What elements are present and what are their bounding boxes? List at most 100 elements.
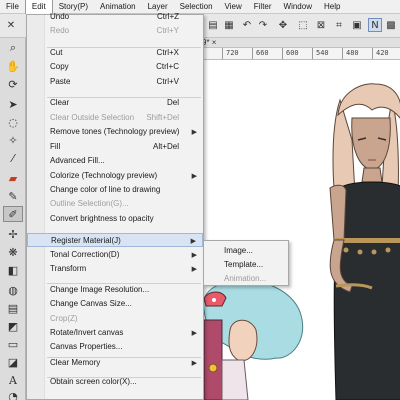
- menu-item-outline-selection-g: Outline Selection(G)...: [27, 197, 203, 211]
- ruler-label: 600: [286, 49, 299, 57]
- transform-icon[interactable]: ✥: [276, 18, 290, 32]
- menu-item-change-color-of-line-to-drawing[interactable]: Change color of line to drawing: [27, 183, 203, 197]
- menu-item-undo[interactable]: Undo Ctrl+Z: [27, 10, 203, 24]
- menu-item-shortcut: Ctrl+C: [156, 62, 179, 71]
- submenu-item-image[interactable]: Image...: [204, 244, 288, 258]
- menu-item-fill[interactable]: Fill Alt+Del: [27, 140, 203, 154]
- brush-icon[interactable]: ✐: [3, 206, 23, 222]
- crop-icon[interactable]: ⌗: [332, 18, 346, 32]
- ruler: 720660600540480420360: [200, 48, 400, 60]
- menu-item-label: Paste: [50, 77, 71, 86]
- ruler-tick: [342, 48, 343, 59]
- submenu-arrow-icon: ▶: [191, 128, 197, 136]
- menu-item-advanced-fill[interactable]: Advanced Fill...: [27, 154, 203, 168]
- submenu-arrow-icon: ▶: [191, 329, 197, 337]
- pen-icon[interactable]: ▰: [3, 170, 23, 186]
- menu-item-shortcut: Ctrl+Z: [157, 12, 179, 21]
- menu-window[interactable]: Window: [278, 0, 318, 14]
- redo-icon[interactable]: ↷: [256, 18, 270, 32]
- eyedropper-icon[interactable]: ⁄: [3, 150, 23, 166]
- menu-item-label: Convert brightness to opacity: [50, 214, 154, 223]
- menu-item-label: Advanced Fill...: [50, 156, 105, 165]
- menu-item-canvas-properties[interactable]: Canvas Properties...: [27, 340, 203, 354]
- menu-item-change-canvas-size[interactable]: Change Canvas Size...: [27, 297, 203, 311]
- menu-help[interactable]: Help: [318, 0, 346, 14]
- rotate-icon[interactable]: ⟳: [3, 76, 23, 92]
- deselect-icon[interactable]: ⊠: [314, 18, 328, 32]
- move-icon[interactable]: ➤: [3, 96, 23, 112]
- menu-item-label: Register Material(J): [51, 236, 121, 245]
- document-tab[interactable]: 9* ×: [202, 38, 216, 47]
- menu-item-copy[interactable]: Copy Ctrl+C: [27, 60, 203, 74]
- close-icon[interactable]: ✕: [4, 18, 18, 32]
- undo-icon[interactable]: ↶: [240, 18, 254, 32]
- magnifier-icon[interactable]: ⌕: [3, 40, 23, 56]
- menu-item-label: Outline Selection(G)...: [50, 199, 129, 208]
- document-tabs: 9* ×: [170, 38, 400, 48]
- menu-item-label: Fill: [50, 142, 61, 151]
- menu-item-label: Remove tones (Technology preview): [50, 127, 180, 136]
- lasso-icon[interactable]: ◌: [3, 114, 23, 130]
- hand-icon[interactable]: ✋: [3, 58, 23, 74]
- save-icon[interactable]: ▦: [222, 18, 236, 32]
- menu-item-paste[interactable]: Paste Ctrl+V: [27, 75, 203, 89]
- menu-item-label: Tonal Correction(D): [50, 250, 120, 259]
- menu-item-label: Crop(Z): [50, 314, 78, 323]
- airbrush-icon[interactable]: ✢: [3, 226, 23, 242]
- menu-item-shortcut: Ctrl+V: [156, 77, 179, 86]
- menu-item-change-image-resolution[interactable]: Change Image Resolution...: [27, 283, 203, 297]
- menu-item-remove-tones-technology-preview[interactable]: Remove tones (Technology preview) ▶: [27, 125, 203, 139]
- ruler-label: 540: [316, 49, 329, 57]
- menu-item-label: Rotate/Invert canvas: [50, 328, 124, 337]
- menu-item-clear[interactable]: Clear Del: [27, 96, 203, 110]
- edit-menu: Undo Ctrl+Z Redo Ctrl+Y Cut Ctrl+X Copy Ctrl+C P…: [26, 12, 204, 400]
- menu-item-transform[interactable]: Transform ▶: [27, 262, 203, 276]
- select-all-icon[interactable]: ⬚: [296, 18, 310, 32]
- menu-item-redo: Redo Ctrl+Y: [27, 24, 203, 38]
- submenu-item-template[interactable]: Template...: [204, 258, 288, 272]
- balloon-icon[interactable]: ◔: [3, 388, 23, 400]
- frame-icon[interactable]: ▭: [3, 336, 23, 352]
- menu-item-label: Copy: [50, 62, 69, 71]
- character-woman: [329, 83, 400, 400]
- submenu-item-animation: Animation...: [224, 274, 267, 283]
- figure-icon[interactable]: ◩: [3, 318, 23, 334]
- menu-item-register-material-j[interactable]: Register Material(J) ▶: [27, 233, 203, 247]
- menu-item-tonal-correction-d[interactable]: Tonal Correction(D) ▶: [27, 248, 203, 262]
- file-icon[interactable]: ▤: [206, 18, 220, 32]
- register-material-submenu: Image... Template... Animation...: [203, 240, 289, 286]
- grid-icon[interactable]: ▩: [384, 18, 398, 32]
- gradient-icon[interactable]: ▤: [3, 300, 23, 316]
- menu-item-cut[interactable]: Cut Ctrl+X: [27, 46, 203, 60]
- menu-item-obtain-screen-color-x[interactable]: Obtain screen color(X)...: [27, 375, 203, 389]
- menu-item-label: Redo: [50, 26, 70, 35]
- decoration-icon[interactable]: ❋: [3, 244, 23, 260]
- snap-icon[interactable]: N: [368, 18, 382, 32]
- menu-item-label: Change Canvas Size...: [50, 299, 132, 308]
- ruler-tick: [312, 48, 313, 59]
- ruler-icon[interactable]: ◪: [3, 354, 23, 370]
- menu-item-label: Change color of line to drawing: [50, 185, 161, 194]
- menu-item-label: Clear: [50, 98, 70, 107]
- submenu-arrow-icon: ▶: [191, 265, 197, 273]
- fill-icon[interactable]: ▣: [350, 18, 364, 32]
- text-icon[interactable]: A: [3, 372, 23, 388]
- menu-file[interactable]: File: [0, 0, 25, 14]
- fill-bucket-icon[interactable]: ◍: [3, 282, 23, 298]
- menu-item-clear-outside-selection: Clear Outside Selection Shift+Del: [27, 111, 203, 125]
- ruler-label: 720: [226, 49, 239, 57]
- ruler-label: 480: [346, 49, 359, 57]
- eraser-icon[interactable]: ◧: [3, 262, 23, 278]
- menu-item-clear-memory[interactable]: Clear Memory ▶: [27, 356, 203, 370]
- menu-view[interactable]: View: [219, 0, 248, 14]
- menu-item-convert-brightness-to-opacity[interactable]: Convert brightness to opacity: [27, 212, 203, 226]
- pencil-icon[interactable]: ✎: [3, 188, 23, 204]
- submenu-arrow-icon: ▶: [191, 172, 197, 180]
- menu-item-rotate-invert-canvas[interactable]: Rotate/Invert canvas ▶: [27, 326, 203, 340]
- menu-filter[interactable]: Filter: [248, 0, 278, 14]
- menu-item-label: Colorize (Technology preview): [50, 171, 158, 180]
- auto-select-icon[interactable]: ✧: [3, 132, 23, 148]
- ruler-tick: [222, 48, 223, 59]
- menu-item-colorize-technology-preview[interactable]: Colorize (Technology preview) ▶: [27, 169, 203, 183]
- ruler-tick: [252, 48, 253, 59]
